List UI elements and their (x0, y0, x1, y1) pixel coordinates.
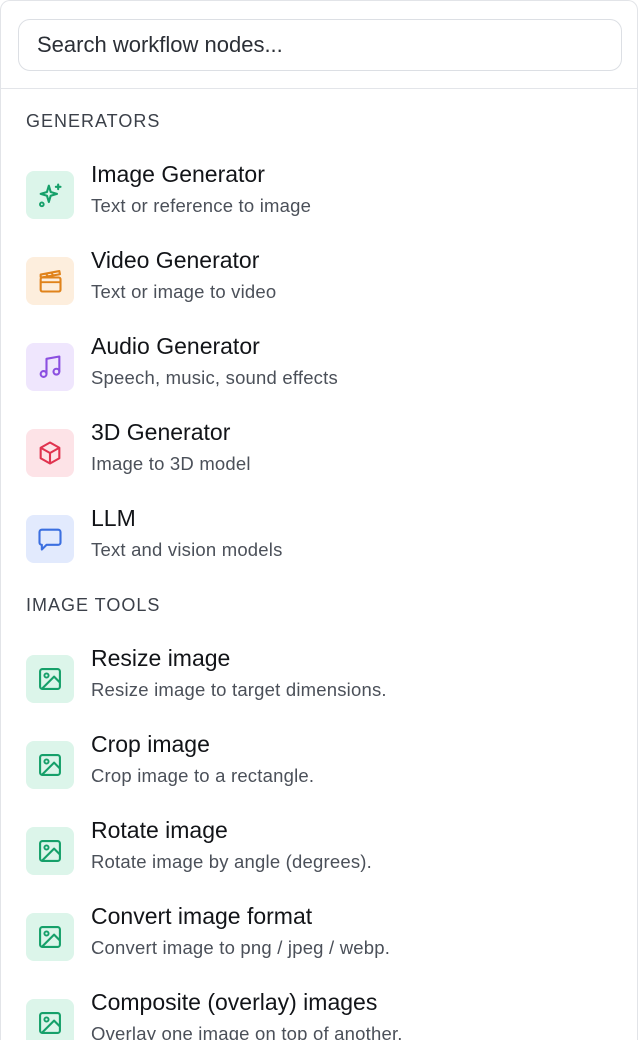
node-description: Text or image to video (91, 281, 277, 302)
node-item-convert-image-format[interactable]: Convert image format Convert image to png… (1, 903, 637, 989)
chat-bubble-icon (26, 515, 74, 563)
node-item-resize-image[interactable]: Resize image Resize image to target dimen… (1, 645, 637, 731)
node-picker-panel: GENERATORS Image Generator Text or referen… (0, 0, 638, 1040)
search-bar (1, 1, 637, 89)
node-description: Text and vision models (91, 539, 283, 560)
node-title: Rotate image (91, 817, 228, 843)
search-input[interactable] (18, 19, 622, 71)
node-item-3d-generator[interactable]: 3D Generator Image to 3D model (1, 419, 637, 505)
node-item-llm[interactable]: LLM Text and vision models (1, 505, 637, 591)
node-item-crop-image[interactable]: Crop image Crop image to a rectangle. (1, 731, 637, 817)
sparkles-icon (26, 171, 74, 219)
node-description: Convert image to png / jpeg / webp. (91, 937, 391, 958)
node-title: Resize image (91, 645, 231, 671)
clapperboard-icon (26, 257, 74, 305)
image-icon (26, 741, 74, 789)
node-description: Rotate image by angle (degrees). (91, 851, 372, 872)
node-item-video-generator[interactable]: Video Generator Text or image to video (1, 247, 637, 333)
image-icon (26, 827, 74, 875)
node-title: Convert image format (91, 903, 313, 929)
node-title: Image Generator (91, 161, 265, 187)
node-description: Resize image to target dimensions. (91, 679, 387, 700)
music-note-icon (26, 343, 74, 391)
image-icon (26, 655, 74, 703)
section-title: IMAGE TOOLS (26, 595, 161, 615)
node-description: Text or reference to image (91, 195, 312, 216)
image-icon (26, 913, 74, 961)
node-title: Video Generator (91, 247, 260, 273)
node-title: Audio Generator (91, 333, 260, 359)
node-description: Image to 3D model (91, 453, 251, 474)
node-description: Overlay one image on top of another. (91, 1023, 403, 1040)
node-item-image-generator[interactable]: Image Generator Text or reference to imag… (1, 161, 637, 247)
section-title: GENERATORS (26, 111, 161, 131)
node-item-audio-generator[interactable]: Audio Generator Speech, music, sound effe… (1, 333, 637, 419)
node-title: Crop image (91, 731, 210, 757)
node-item-rotate-image[interactable]: Rotate image Rotate image by angle (degre… (1, 817, 637, 903)
node-title: 3D Generator (91, 419, 231, 445)
node-description: Crop image to a rectangle. (91, 765, 315, 786)
node-title: LLM (91, 505, 136, 531)
node-description: Speech, music, sound effects (91, 367, 338, 388)
node-title: Composite (overlay) images (91, 989, 378, 1015)
image-icon (26, 999, 74, 1040)
node-item-composite-overlay-images[interactable]: Composite (overlay) images Overlay one im… (1, 989, 637, 1040)
cube-icon (26, 429, 74, 477)
